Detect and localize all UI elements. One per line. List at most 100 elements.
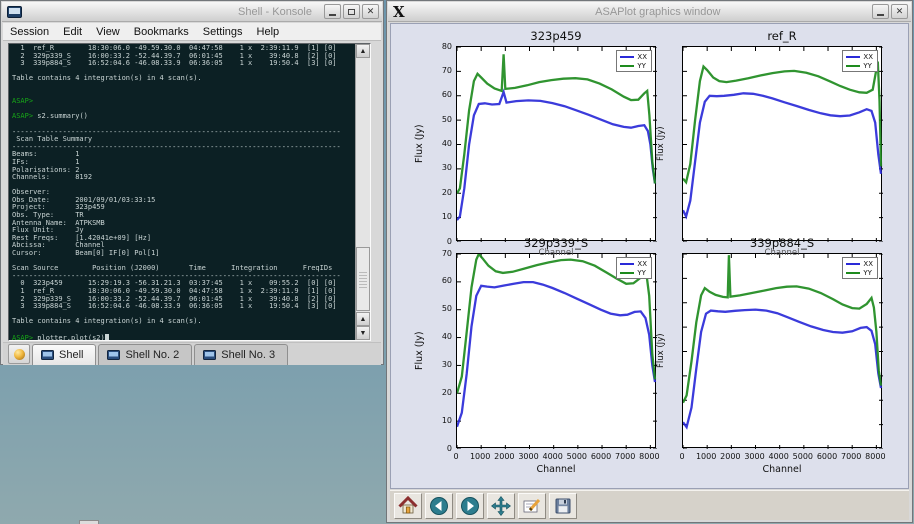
plot-title-ref-r: ref_R: [682, 29, 882, 43]
plot-title-329p339-s: 329p339_S: [456, 236, 656, 250]
close-button[interactable]: ✕: [362, 4, 379, 19]
close-icon: ✕: [367, 7, 375, 16]
legend-339p884-s: XXYY: [842, 257, 878, 279]
asaplot-titlebar[interactable]: X ASAPlot graphics window ✕: [388, 2, 911, 22]
plot-323p459: XXYY: [456, 46, 656, 241]
x-tick-label: 8000: [636, 452, 662, 461]
y-tick-label: 70: [432, 249, 452, 258]
legend-329p339-s: XXYY: [616, 257, 652, 279]
y-tick-label: 40: [432, 139, 452, 148]
plot-329p339-s: XXYY: [456, 253, 656, 448]
pan-button[interactable]: [487, 493, 515, 519]
tab-label: Shell: [59, 349, 83, 361]
x-tick-label: 0: [669, 452, 695, 461]
x-tick-label: 2000: [491, 452, 517, 461]
y-tick-label: 60: [432, 90, 452, 99]
menu-item-session[interactable]: Session: [3, 26, 56, 38]
legend-line-icon: [846, 65, 860, 67]
close-button[interactable]: ✕: [891, 4, 908, 19]
y-tick-label: 80: [432, 42, 452, 51]
tab-shell-no-3[interactable]: Shell No. 3: [194, 344, 288, 365]
forward-button[interactable]: [456, 493, 484, 519]
konsole-window-icon[interactable]: [7, 6, 22, 18]
legend-label: XX: [863, 260, 873, 268]
plot-title-339p884-s: 339p884_S: [682, 236, 882, 250]
y-tick-label: 10: [432, 212, 452, 221]
x-axis-label-339p884-s: Channel: [682, 464, 882, 475]
x-tick-label: 8000: [862, 452, 888, 461]
tab-terminal-icon: [41, 350, 54, 360]
close-icon: ✕: [896, 7, 904, 16]
tab-label: Shell No. 2: [125, 349, 179, 361]
menu-item-help[interactable]: Help: [250, 26, 287, 38]
x-tick-label: 4000: [540, 452, 566, 461]
subplot-config-icon: [522, 496, 542, 516]
tab-shell[interactable]: Shell: [32, 344, 96, 365]
scroll-thumb[interactable]: [356, 247, 370, 311]
terminal[interactable]: 1 ref_R 18:30:06.0 -49.59.30.0 04:47:58 …: [8, 43, 371, 341]
x-tick-label: 7000: [838, 452, 864, 461]
terminal-scrollbar[interactable]: ▲ ▲ ▼: [355, 44, 370, 340]
tab-terminal-icon: [203, 350, 216, 360]
y-tick-label: 20: [432, 188, 452, 197]
minimize-icon: [329, 14, 336, 16]
x-tick-label: 1000: [693, 452, 719, 461]
menu-bar: SessionEditViewBookmarksSettingsHelp: [3, 23, 381, 41]
x-tick-label: 5000: [790, 452, 816, 461]
menu-item-settings[interactable]: Settings: [196, 26, 250, 38]
back-arrow-icon: [429, 496, 449, 516]
y-tick-label: 50: [432, 304, 452, 313]
x-tick-label: 6000: [588, 452, 614, 461]
tab-label: Shell No. 3: [221, 349, 275, 361]
tab-shell-no-2[interactable]: Shell No. 2: [98, 344, 192, 365]
legend-line-icon: [846, 272, 860, 274]
subplots-button[interactable]: [518, 493, 546, 519]
x-tick-label: 7000: [612, 452, 638, 461]
minimize-button[interactable]: [872, 4, 889, 19]
menu-item-view[interactable]: View: [89, 26, 127, 38]
new-session-icon: [14, 349, 25, 360]
x-tick-label: 6000: [814, 452, 840, 461]
scroll-up-icon[interactable]: ▲: [356, 44, 370, 58]
menu-item-edit[interactable]: Edit: [56, 26, 89, 38]
legend-line-icon: [846, 263, 860, 265]
maximize-button[interactable]: [343, 4, 360, 19]
x-tick-label: 3000: [742, 452, 768, 461]
x-tick-label: 1000: [467, 452, 493, 461]
home-icon: [398, 496, 418, 516]
plot-title-323p459: 323p459: [456, 29, 656, 43]
legend-line-icon: [620, 56, 634, 58]
x-tick-label: 0: [443, 452, 469, 461]
minimize-button[interactable]: [324, 4, 341, 19]
y-axis-label-329p339-s: Flux (Jy): [414, 253, 425, 448]
session-tabbar: Shell Shell No. 2 Shell No. 3: [3, 342, 381, 365]
x-tick-label: 5000: [564, 452, 590, 461]
y-tick-label: 70: [432, 66, 452, 75]
pan-move-icon: [491, 496, 511, 516]
y-axis-label-clipped-339p884-s: Flux (Jy): [656, 253, 666, 448]
plot-339p884-s: XXYY: [682, 253, 882, 448]
legend-line-icon: [620, 272, 634, 274]
legend-label: XX: [637, 53, 647, 61]
new-session-button[interactable]: [8, 344, 30, 364]
legend-label: YY: [637, 62, 646, 70]
legend-323p459: XXYY: [616, 50, 652, 72]
taskbar-peek[interactable]: [79, 520, 99, 524]
legend-line-icon: [846, 56, 860, 58]
konsole-window: Shell - Konsole ✕ SessionEditViewBookmar…: [0, 0, 384, 365]
x-axis-label-329p339-s: Channel: [456, 464, 656, 475]
x-tick-label: 2000: [717, 452, 743, 461]
y-axis-label-clipped-ref-r: Flux (Jy): [656, 46, 666, 241]
terminal-output[interactable]: 1 ref_R 18:30:06.0 -49.59.30.0 04:47:58 …: [9, 44, 355, 340]
scroll-down-icon[interactable]: ▼: [356, 326, 370, 340]
desktop: { "konsole": { "title": "Shell - Konsole…: [0, 0, 914, 524]
home-button[interactable]: [394, 493, 422, 519]
legend-label: YY: [637, 269, 646, 277]
back-button[interactable]: [425, 493, 453, 519]
tab-terminal-icon: [107, 350, 120, 360]
save-button[interactable]: [549, 493, 577, 519]
scroll-up2-icon[interactable]: ▲: [356, 312, 370, 326]
y-axis-label-323p459: Flux (Jy): [414, 46, 425, 241]
menu-item-bookmarks[interactable]: Bookmarks: [127, 26, 196, 38]
konsole-titlebar[interactable]: Shell - Konsole ✕: [2, 2, 382, 22]
